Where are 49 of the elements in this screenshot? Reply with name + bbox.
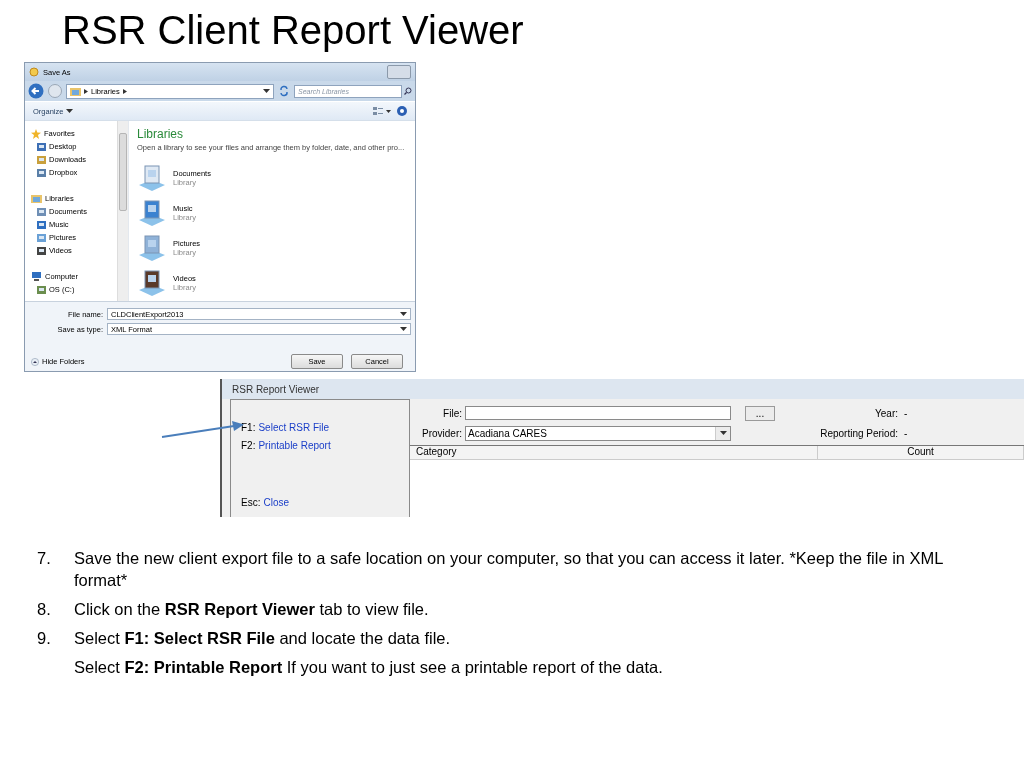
step-text: Save the new client export file to a safe location on your computer, so that you can access it later. *Keep the file in XML format*	[74, 548, 944, 591]
step-number: 9.	[37, 628, 52, 649]
computer-icon	[31, 271, 42, 282]
command-link[interactable]: Select RSR File	[258, 421, 330, 433]
shortcut-key: Esc:	[241, 496, 261, 508]
library-icon[interactable]	[137, 267, 167, 298]
star-icon	[31, 128, 41, 139]
shortcut-key: F2:	[241, 439, 256, 451]
file-field[interactable]	[465, 406, 731, 420]
window-title: RSR Report Viewer	[222, 379, 1024, 399]
search-icon	[404, 87, 412, 95]
folder-icon	[70, 86, 81, 96]
slide-title: RSR Client Report Viewer	[62, 7, 524, 54]
chevron-icon	[84, 88, 88, 94]
shortcut-key: F1:	[241, 421, 256, 433]
step-text: Click on the RSR Report Viewer tab to view file.	[74, 599, 430, 620]
refresh-icon[interactable]	[278, 85, 290, 97]
forward-button[interactable]	[48, 84, 62, 98]
field-label: File:	[443, 407, 462, 419]
caret-icon	[719, 430, 727, 436]
field-value: -	[904, 407, 909, 419]
field-label: Reporting Period:	[820, 427, 898, 439]
caret-icon	[263, 88, 270, 94]
field-label: Year:	[875, 407, 898, 419]
content-heading: Libraries	[137, 127, 184, 141]
caret-icon	[400, 311, 407, 317]
step-number: 7.	[37, 548, 52, 569]
item-icon	[37, 285, 46, 294]
command-link[interactable]: Close	[263, 496, 290, 508]
help-icon[interactable]	[397, 106, 407, 116]
caret-icon	[66, 108, 74, 114]
command-link[interactable]: Printable Report	[258, 439, 331, 451]
column-header[interactable]: Category	[410, 446, 818, 459]
caret-icon	[400, 326, 407, 332]
provider-dropdown[interactable]: Acadiana CARES	[465, 425, 731, 441]
folder-icon	[31, 194, 42, 203]
close-button[interactable]	[387, 65, 411, 79]
step-number: 8.	[37, 599, 52, 620]
scrollbar[interactable]	[117, 121, 128, 301]
field-value: -	[904, 427, 909, 439]
chevron-icon	[122, 88, 127, 94]
back-button[interactable]	[28, 83, 44, 99]
step-text: Select F2: Printable Report If you want to just see a printable report of the data.	[74, 657, 664, 678]
column-header[interactable]: Count	[818, 446, 1024, 459]
collapse-icon	[31, 357, 39, 366]
field-label: Provider:	[422, 427, 462, 439]
view-icon[interactable]	[373, 107, 391, 115]
step-text: Select F1: Select RSR File and locate the data file.	[74, 628, 452, 649]
browse-button[interactable]: ...	[745, 405, 775, 421]
